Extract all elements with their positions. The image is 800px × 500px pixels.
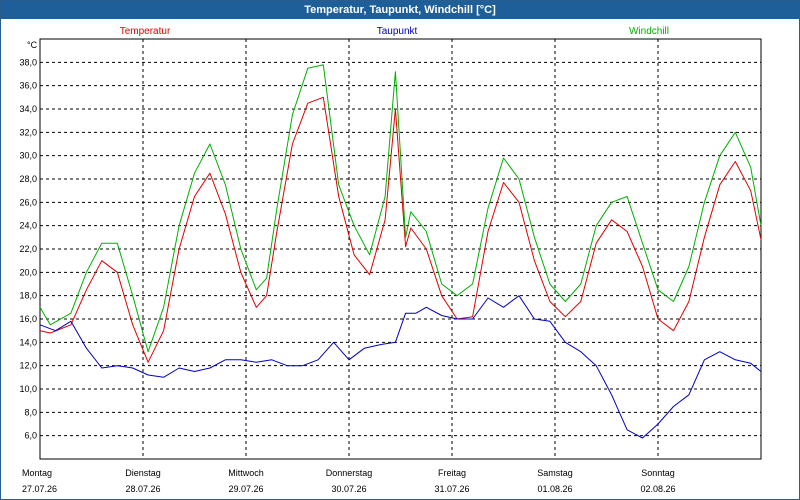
y-tick-label: 22,0	[19, 244, 37, 254]
x-tick-date: 28.07.26	[125, 484, 160, 494]
y-tick-label: 18,0	[19, 291, 37, 301]
y-tick-label: 28,0	[19, 174, 37, 184]
x-tick-weekday: Montag	[22, 468, 52, 478]
legend-entry-taupunkt: Taupunkt	[377, 26, 418, 37]
y-tick-labels: 6,0 8,0 10,0 12,0 14,0 16,0 18,0 20,0 22,0 24,0 26…	[19, 57, 37, 440]
series-lines	[39, 64, 762, 439]
y-tick-label: 26,0	[19, 197, 37, 207]
x-tick-weekday: Freitag	[438, 468, 466, 478]
x-tick-weekday: Sonntag	[641, 468, 675, 478]
x-tick-labels: Montag 27.07.26 Dienstag 28.07.26 Mittwoch 29…	[22, 468, 676, 494]
x-tick-date: 27.07.26	[22, 484, 57, 494]
y-unit-label: °C	[27, 40, 38, 50]
series-line-windchill	[39, 64, 762, 353]
x-tick-date: 31.07.26	[434, 484, 469, 494]
y-tick-label: 34,0	[19, 104, 37, 114]
x-tick-weekday: Mittwoch	[228, 468, 264, 478]
x-tick-date: 02.08.26	[640, 484, 675, 494]
x-tick-date: 30.07.26	[331, 484, 366, 494]
y-tick-label: 20,0	[19, 267, 37, 277]
series-line-taupunkt	[39, 295, 762, 439]
legend-entry-windchill: Windchill	[629, 26, 669, 37]
y-tick-label: 36,0	[19, 81, 37, 91]
line-chart: °C 6,0 8,0 10,0 12,0 14,0 16,0 18,0 20,0 22,0 24,…	[19, 26, 762, 494]
y-tick-label: 32,0	[19, 127, 37, 137]
y-tick-label: 38,0	[19, 57, 37, 67]
series-line-temperatur	[39, 96, 762, 363]
legend-entry-temperatur: Temperatur	[120, 26, 171, 37]
x-tick-date: 01.08.26	[537, 484, 572, 494]
y-tick-label: 6,0	[24, 431, 37, 441]
x-tick-weekday: Donnerstag	[326, 468, 373, 478]
y-tick-label: 14,0	[19, 337, 37, 347]
y-tick-label: 30,0	[19, 151, 37, 161]
y-tick-label: 10,0	[19, 384, 37, 394]
x-tick-weekday: Samstag	[537, 468, 573, 478]
y-tick-label: 8,0	[24, 407, 37, 417]
y-tick-label: 16,0	[19, 314, 37, 324]
x-tick-weekday: Dienstag	[125, 468, 161, 478]
grid	[40, 39, 761, 459]
x-tick-date: 29.07.26	[228, 484, 263, 494]
legend: Temperatur Taupunkt Windchill	[120, 26, 669, 37]
y-tick-label: 24,0	[19, 221, 37, 231]
y-tick-label: 12,0	[19, 361, 37, 371]
